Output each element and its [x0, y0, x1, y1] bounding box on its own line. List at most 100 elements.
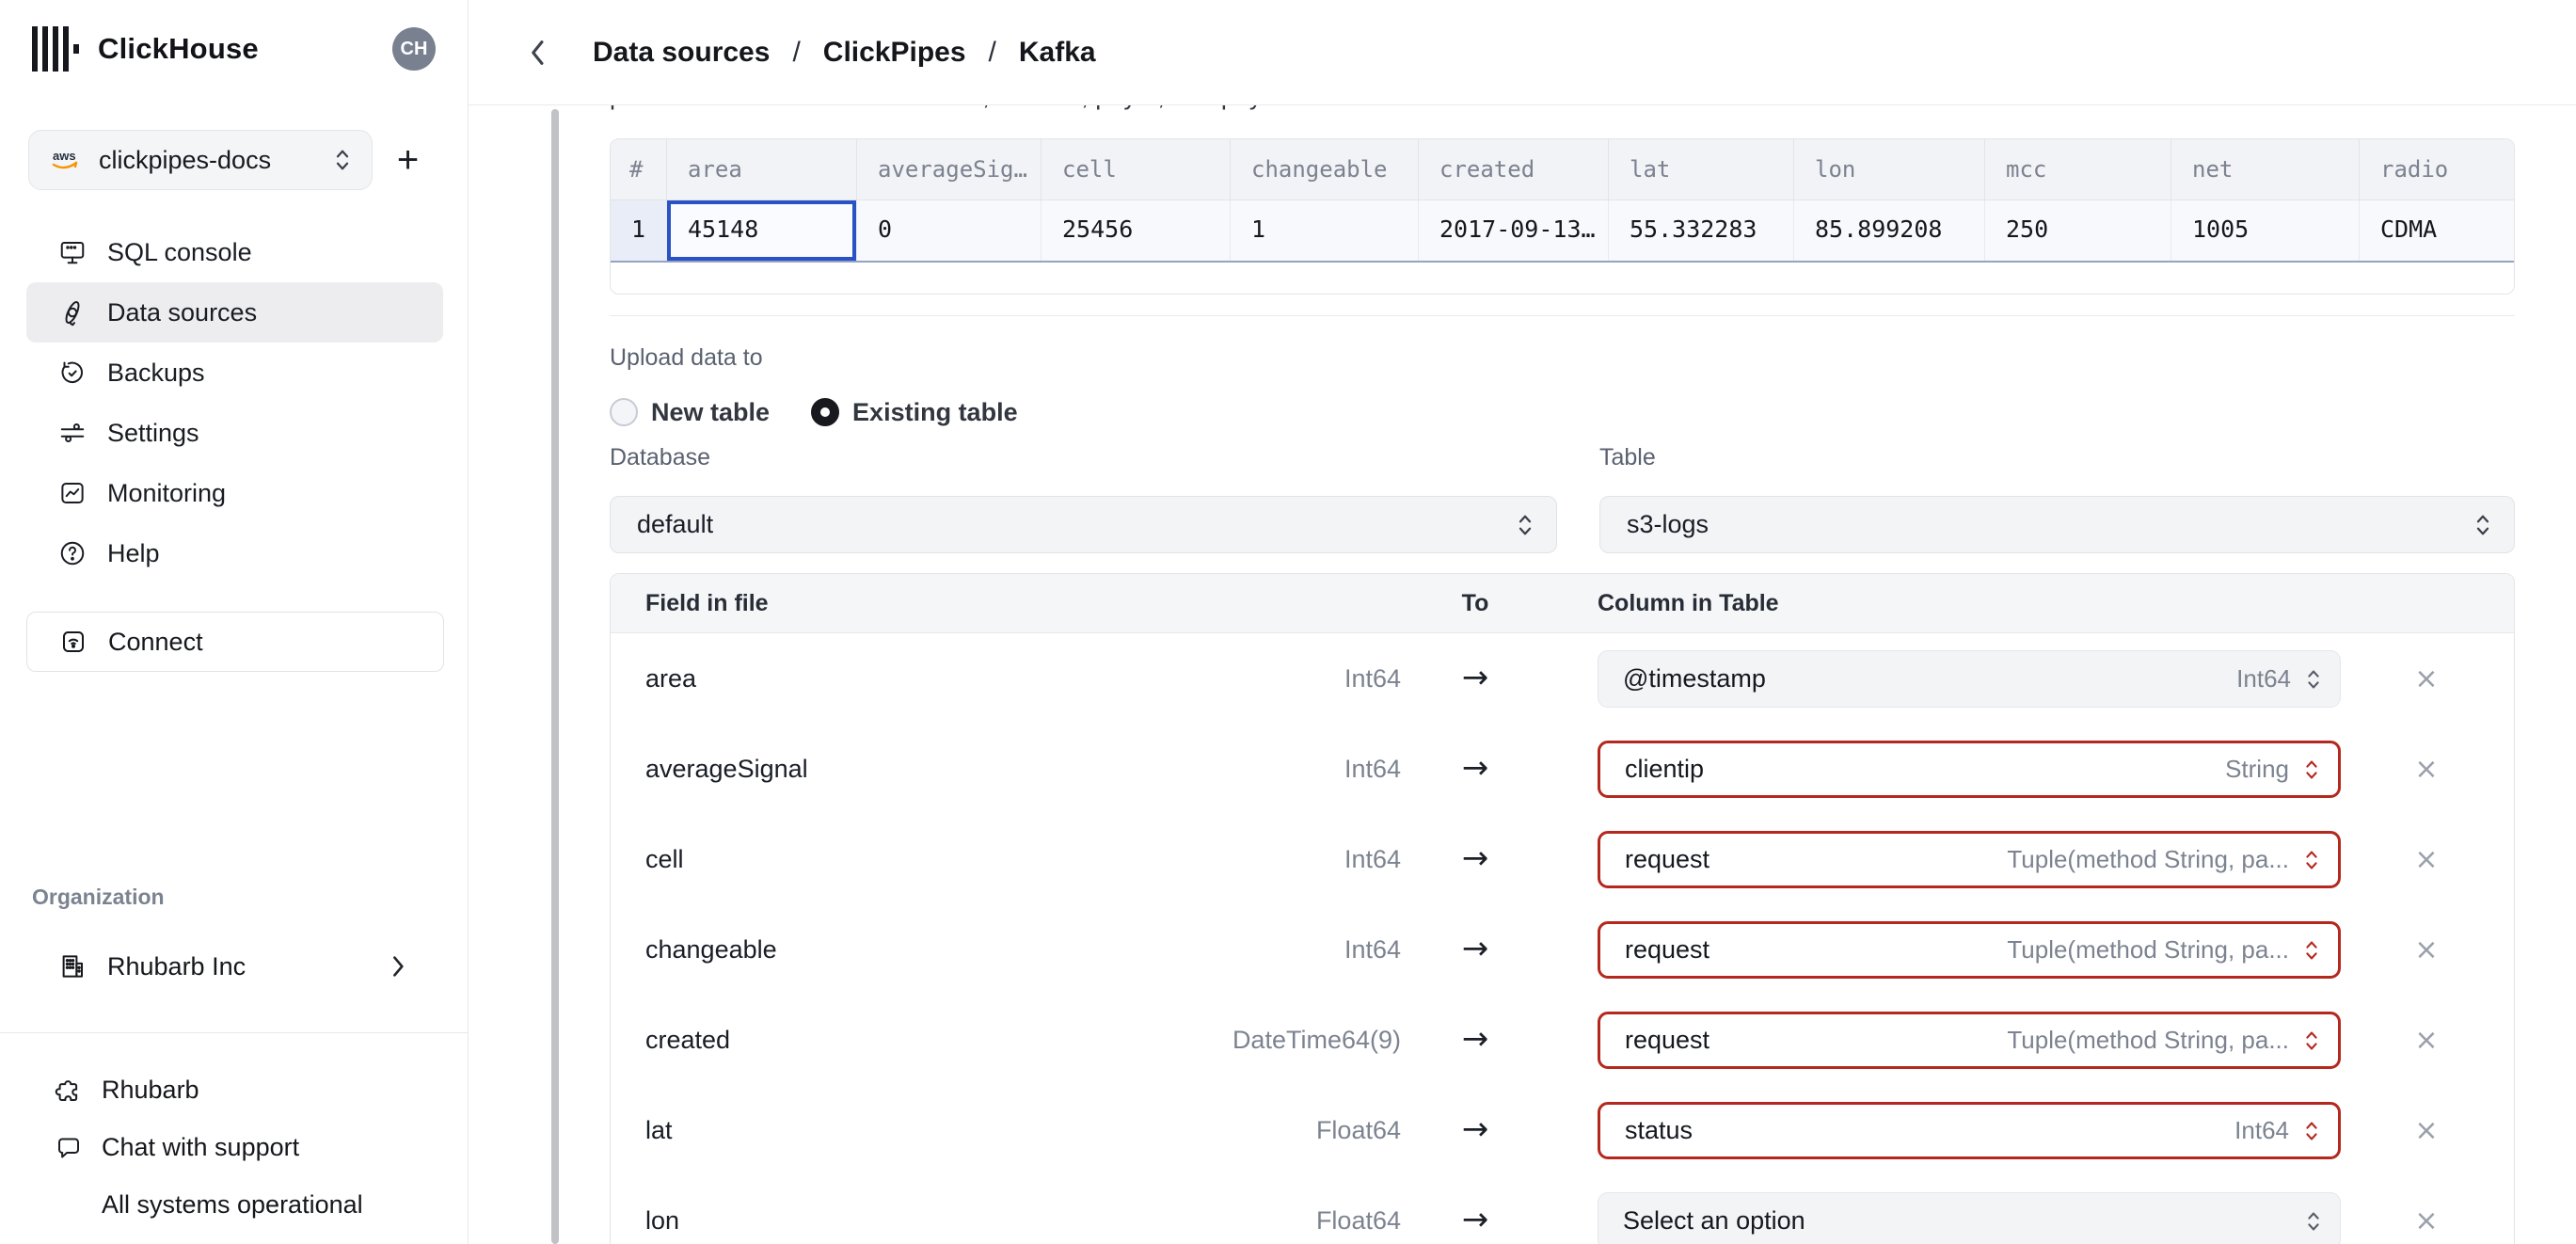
column-select-placeholder[interactable]: Select an option: [1598, 1192, 2341, 1244]
mapping-row-area: area Int64 → @timestamp Int64 ×: [611, 633, 2514, 724]
remove-mapping-button[interactable]: ×: [2406, 840, 2447, 882]
table-select[interactable]: s3-logs: [1599, 496, 2515, 553]
sidebar-item-label: Settings: [107, 418, 199, 447]
database-label: Database: [610, 444, 711, 470]
sidebar-footer: Rhubarb Chat with support All systems op…: [26, 1061, 443, 1234]
column-header-net: net: [2171, 139, 2359, 199]
page-header: Data sources / ClickPipes / Kafka: [469, 0, 2576, 105]
help-icon: [58, 539, 87, 567]
breadcrumb-clickpipes[interactable]: ClickPipes: [823, 37, 966, 69]
chevron-updown-icon: [2474, 511, 2491, 539]
breadcrumb-separator: /: [988, 36, 996, 68]
connect-button[interactable]: Connect: [26, 612, 444, 672]
cell-cell[interactable]: 25456: [1041, 200, 1230, 261]
sidebar-item-sql-console[interactable]: SQL console: [26, 222, 443, 282]
service-selector[interactable]: aws clickpipes-docs: [28, 130, 373, 190]
remove-mapping-button[interactable]: ×: [2406, 750, 2447, 791]
cell-net[interactable]: 1005: [2171, 200, 2359, 261]
sidebar-item-help[interactable]: Help: [26, 523, 443, 583]
row-number-cell[interactable]: 1: [611, 200, 666, 261]
arrow-right-icon: →: [1461, 749, 1489, 787]
column-select-invalid[interactable]: request Tuple(method String, pa...: [1598, 921, 2341, 979]
section-divider: [610, 315, 2515, 316]
column-header-index: #: [629, 156, 644, 183]
arrow-right-icon: →: [1461, 1110, 1489, 1148]
column-header-averagesignal: averageSig…: [856, 139, 1041, 199]
remove-mapping-button[interactable]: ×: [2406, 1111, 2447, 1153]
field-type: Float64: [1315, 1116, 1401, 1144]
chevron-updown-icon: [1517, 511, 1534, 539]
chevron-updown-icon: [334, 146, 351, 174]
breadcrumb: Data sources / ClickPipes / Kafka: [593, 37, 1096, 69]
column-select[interactable]: @timestamp Int64: [1598, 650, 2341, 708]
organization-name: Rhubarb Inc: [107, 951, 246, 981]
remove-mapping-button[interactable]: ×: [2406, 1202, 2447, 1243]
column-header-cell: cell: [1041, 139, 1230, 199]
vertical-scrollbar[interactable]: [551, 109, 559, 1244]
column-header-mcc: mcc: [1984, 139, 2171, 199]
cell-changeable[interactable]: 1: [1230, 200, 1418, 261]
remove-mapping-button[interactable]: ×: [2406, 660, 2447, 701]
column-select-invalid[interactable]: status Int64: [1598, 1102, 2341, 1159]
sidebar-item-settings[interactable]: Settings: [26, 403, 443, 463]
sidebar-item-label: Data sources: [107, 297, 258, 327]
chevron-updown-icon: [2304, 937, 2319, 964]
sidebar-item-data-sources[interactable]: Data sources: [26, 282, 443, 343]
cell-averagesignal[interactable]: 0: [856, 200, 1041, 261]
radio-existing-table[interactable]: [811, 398, 840, 426]
column-select-invalid[interactable]: clientip String: [1598, 741, 2341, 798]
column-select-invalid[interactable]: request Tuple(method String, pa...: [1598, 1012, 2341, 1069]
sidebar-item-chat-support[interactable]: Chat with support: [26, 1119, 443, 1176]
organization-switcher[interactable]: Rhubarb Inc: [26, 937, 443, 996]
chevron-updown-icon: [2304, 1118, 2319, 1144]
column-header-changeable: changeable: [1230, 139, 1418, 199]
remove-mapping-button[interactable]: ×: [2406, 931, 2447, 972]
cell-lon[interactable]: 85.899208: [1793, 200, 1984, 261]
backups-icon: [58, 359, 87, 387]
arrow-right-icon: →: [1461, 1201, 1489, 1238]
sidebar-item-rhubarb[interactable]: Rhubarb: [26, 1061, 443, 1119]
cell-mcc[interactable]: 250: [1984, 200, 2171, 261]
cell-lat[interactable]: 55.332283: [1608, 200, 1793, 261]
column-header-created: created: [1418, 139, 1608, 199]
mapping-row-lat: lat Float64 → status Int64 ×: [611, 1085, 2514, 1175]
sidebar-item-backups[interactable]: Backups: [26, 343, 443, 403]
puzzle-icon: [55, 1077, 83, 1105]
organization-section-label: Organization: [32, 885, 165, 909]
breadcrumb-data-sources[interactable]: Data sources: [593, 37, 770, 69]
remove-mapping-button[interactable]: ×: [2406, 1021, 2447, 1062]
data-sources-icon: [58, 298, 87, 327]
footer-item-label: Chat with support: [102, 1133, 300, 1161]
cell-area-selected[interactable]: 45148: [666, 200, 856, 261]
database-select[interactable]: default: [610, 496, 1557, 553]
cell-created[interactable]: 2017-09-13…: [1418, 200, 1608, 261]
field-name: created: [645, 1026, 731, 1054]
sidebar-item-label: Help: [107, 538, 160, 567]
upload-section-title: Upload data to: [610, 344, 763, 371]
add-service-button[interactable]: +: [373, 132, 443, 188]
sidebar-item-monitoring[interactable]: Monitoring: [26, 463, 443, 523]
column-header-lon: lon: [1793, 139, 1984, 199]
main-content: piece of information such as date, amoun…: [610, 0, 2515, 1244]
back-button[interactable]: [527, 37, 561, 69]
radio-new-table-label[interactable]: New table: [651, 398, 770, 427]
building-icon: [58, 952, 87, 981]
sidebar-item-system-status[interactable]: All systems operational: [26, 1176, 443, 1234]
radio-existing-table-label[interactable]: Existing table: [852, 398, 1018, 427]
preview-table-header-row: # area averageSig… cell changeable creat…: [611, 139, 2514, 200]
data-preview-table: # area averageSig… cell changeable creat…: [610, 138, 2515, 295]
chat-bubble-icon: [55, 1134, 83, 1162]
settings-icon: [58, 419, 87, 447]
radio-new-table[interactable]: [610, 398, 638, 426]
field-name: lon: [645, 1206, 680, 1235]
cell-radio[interactable]: CDMA: [2359, 200, 2514, 261]
sql-console-icon: [58, 238, 87, 266]
avatar[interactable]: CH: [392, 27, 436, 71]
mapping-row-cell: cell Int64 → request Tuple(method String…: [611, 814, 2514, 904]
footer-item-label: All systems operational: [102, 1190, 363, 1219]
column-select-invalid[interactable]: request Tuple(method String, pa...: [1598, 831, 2341, 888]
status-dot-icon: [55, 1197, 83, 1214]
sidebar-divider: [0, 1032, 468, 1033]
arrow-right-icon: →: [1461, 839, 1489, 877]
clickhouse-logo[interactable]: ClickHouse: [32, 26, 259, 72]
